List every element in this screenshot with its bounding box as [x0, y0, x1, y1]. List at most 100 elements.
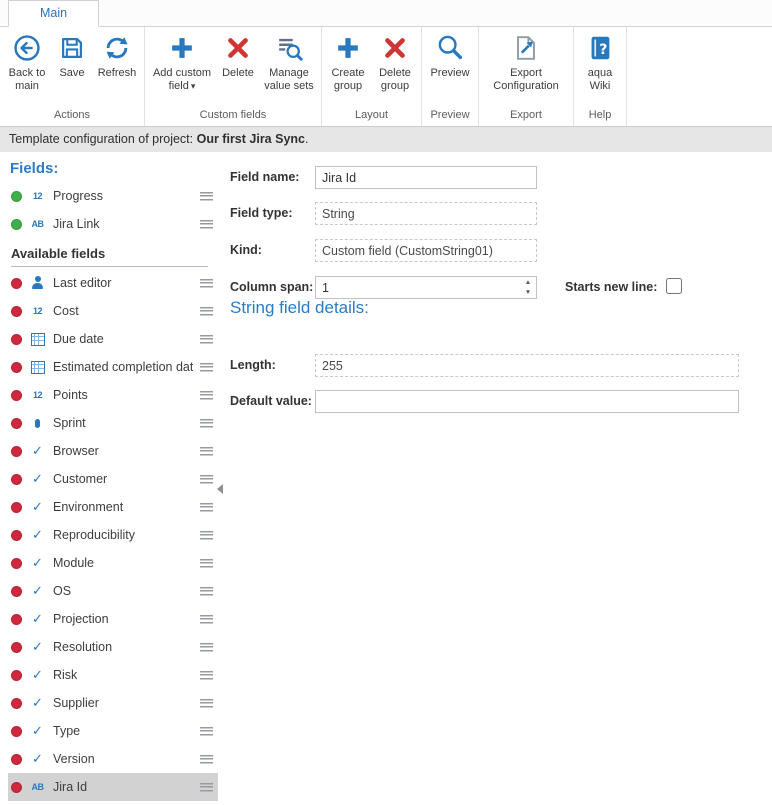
field-name-label: Environment [53, 500, 193, 514]
export-configuration-button[interactable]: Export Configuration [482, 29, 570, 106]
kind-label: Kind: [230, 243, 262, 257]
checkmark-icon [29, 668, 46, 682]
drag-handle-icon[interactable] [200, 615, 213, 624]
field-list-item-projection[interactable]: Projection [8, 605, 218, 633]
field-list-item-type[interactable]: Type [8, 717, 218, 745]
drag-handle-icon[interactable] [200, 279, 213, 288]
checkmark-icon [29, 472, 46, 486]
field-list-item-module[interactable]: Module [8, 549, 218, 577]
field-name-input[interactable] [315, 166, 537, 189]
back-to-main-button[interactable]: Back to main [3, 29, 51, 106]
field-list-item-environment[interactable]: Environment [8, 493, 218, 521]
preview-button[interactable]: Preview [425, 29, 475, 106]
drag-handle-icon[interactable] [200, 503, 213, 512]
drag-handle-icon[interactable] [200, 727, 213, 736]
drag-handle-icon[interactable] [200, 755, 213, 764]
drag-handle-icon[interactable] [200, 447, 213, 456]
drag-handle-icon[interactable] [200, 307, 213, 316]
ribbon-group-label: Help [577, 106, 623, 126]
checkmark-icon [29, 640, 46, 654]
field-list-item-points[interactable]: Points [8, 381, 218, 409]
field-list-item-progress[interactable]: Progress [8, 182, 218, 210]
refresh-icon [102, 33, 132, 63]
ribbon-tab-bar: Main [0, 0, 772, 27]
drag-handle-icon[interactable] [200, 475, 213, 484]
button-label: Export Configuration [483, 67, 569, 93]
drag-handle-icon[interactable] [200, 559, 213, 568]
tab-main[interactable]: Main [8, 0, 99, 27]
field-list-item-customer[interactable]: Customer [8, 465, 218, 493]
status-dot-icon [11, 390, 22, 401]
ribbon-group-actions: Back to main Save Refresh A [0, 27, 145, 126]
drag-handle-icon[interactable] [200, 363, 213, 372]
drag-handle-icon[interactable] [200, 531, 213, 540]
checkmark-icon [29, 612, 46, 626]
field-list-item-version[interactable]: Version [8, 745, 218, 773]
drag-handle-icon[interactable] [200, 783, 213, 792]
field-list-item-supplier[interactable]: Supplier [8, 689, 218, 717]
length-input[interactable] [315, 354, 739, 377]
refresh-button[interactable]: Refresh [93, 29, 141, 106]
field-name-label: Cost [53, 304, 193, 318]
drag-handle-icon[interactable] [200, 391, 213, 400]
field-list-item-jira-link[interactable]: Jira Link [8, 210, 218, 238]
default-value-input[interactable] [315, 390, 739, 413]
column-span-stepper [315, 276, 537, 299]
calendar-icon [29, 332, 46, 346]
spinner-up-icon[interactable] [520, 277, 536, 288]
add-custom-field-button[interactable]: Add custom field [148, 29, 216, 106]
field-list-item-sprint[interactable]: Sprint [8, 409, 218, 437]
manage-value-sets-button[interactable]: Manage value sets [260, 29, 318, 106]
status-dot-icon [11, 362, 22, 373]
field-list-item-cost[interactable]: Cost [8, 297, 218, 325]
info-bar-text: Template configuration of project: [9, 132, 197, 146]
starts-new-line-checkbox[interactable] [666, 278, 682, 294]
ribbon-group-layout: Create group Delete group Layout [322, 27, 422, 126]
drag-handle-icon[interactable] [200, 699, 213, 708]
delete-button[interactable]: Delete [217, 29, 259, 106]
status-dot-icon [11, 614, 22, 625]
ribbon-group-label: Export [482, 106, 570, 126]
field-list-item-browser[interactable]: Browser [8, 437, 218, 465]
active-fields-list: Progress Jira Link [8, 182, 218, 238]
drag-handle-icon[interactable] [200, 419, 213, 428]
field-list-item-os[interactable]: OS [8, 577, 218, 605]
field-name-label: Supplier [53, 696, 193, 710]
button-label: Add custom field [153, 67, 211, 92]
field-list-item-resolution[interactable]: Resolution [8, 633, 218, 661]
field-list-item-risk[interactable]: Risk [8, 661, 218, 689]
delete-group-button[interactable]: Delete group [372, 29, 418, 106]
field-list-item-due-date[interactable]: Due date [8, 325, 218, 353]
info-bar-period: . [305, 132, 308, 146]
available-fields-list: Last editor Cost Due dateEstimated complet… [8, 269, 218, 801]
status-dot-icon [11, 558, 22, 569]
save-button[interactable]: Save [52, 29, 92, 106]
wiki-icon: ? [585, 33, 615, 63]
create-group-button[interactable]: Create group [325, 29, 371, 106]
drag-handle-icon[interactable] [200, 587, 213, 596]
drag-handle-icon[interactable] [200, 335, 213, 344]
checkmark-icon [29, 528, 46, 542]
drag-handle-icon[interactable] [200, 671, 213, 680]
field-list-item-jira-id[interactable]: Jira Id [8, 773, 218, 801]
spinner-down-icon[interactable] [520, 288, 536, 299]
drag-handle-icon[interactable] [200, 192, 213, 201]
field-list-item-estimated-completion-dat[interactable]: Estimated completion dat [8, 353, 218, 381]
column-span-input[interactable] [315, 276, 537, 299]
drag-handle-icon[interactable] [200, 643, 213, 652]
ribbon-group-custom-fields: Add custom field Delete Manage value set… [145, 27, 322, 126]
kind-input[interactable] [315, 239, 537, 262]
button-label: Preview [430, 67, 469, 80]
collapse-sidebar-arrow[interactable] [217, 484, 223, 494]
drag-handle-icon[interactable] [200, 220, 213, 229]
field-type-input[interactable] [315, 202, 537, 225]
field-name-label: Points [53, 388, 193, 402]
default-value-label: Default value: [230, 394, 312, 408]
manage-value-sets-icon [274, 33, 304, 63]
aqua-wiki-button[interactable]: ? aqua Wiki [577, 29, 623, 106]
status-dot-icon [11, 586, 22, 597]
field-list-item-last-editor[interactable]: Last editor [8, 269, 218, 297]
sidebar-title: Fields: [10, 160, 218, 177]
field-name-label: Jira Link [53, 217, 193, 231]
field-list-item-reproducibility[interactable]: Reproducibility [8, 521, 218, 549]
